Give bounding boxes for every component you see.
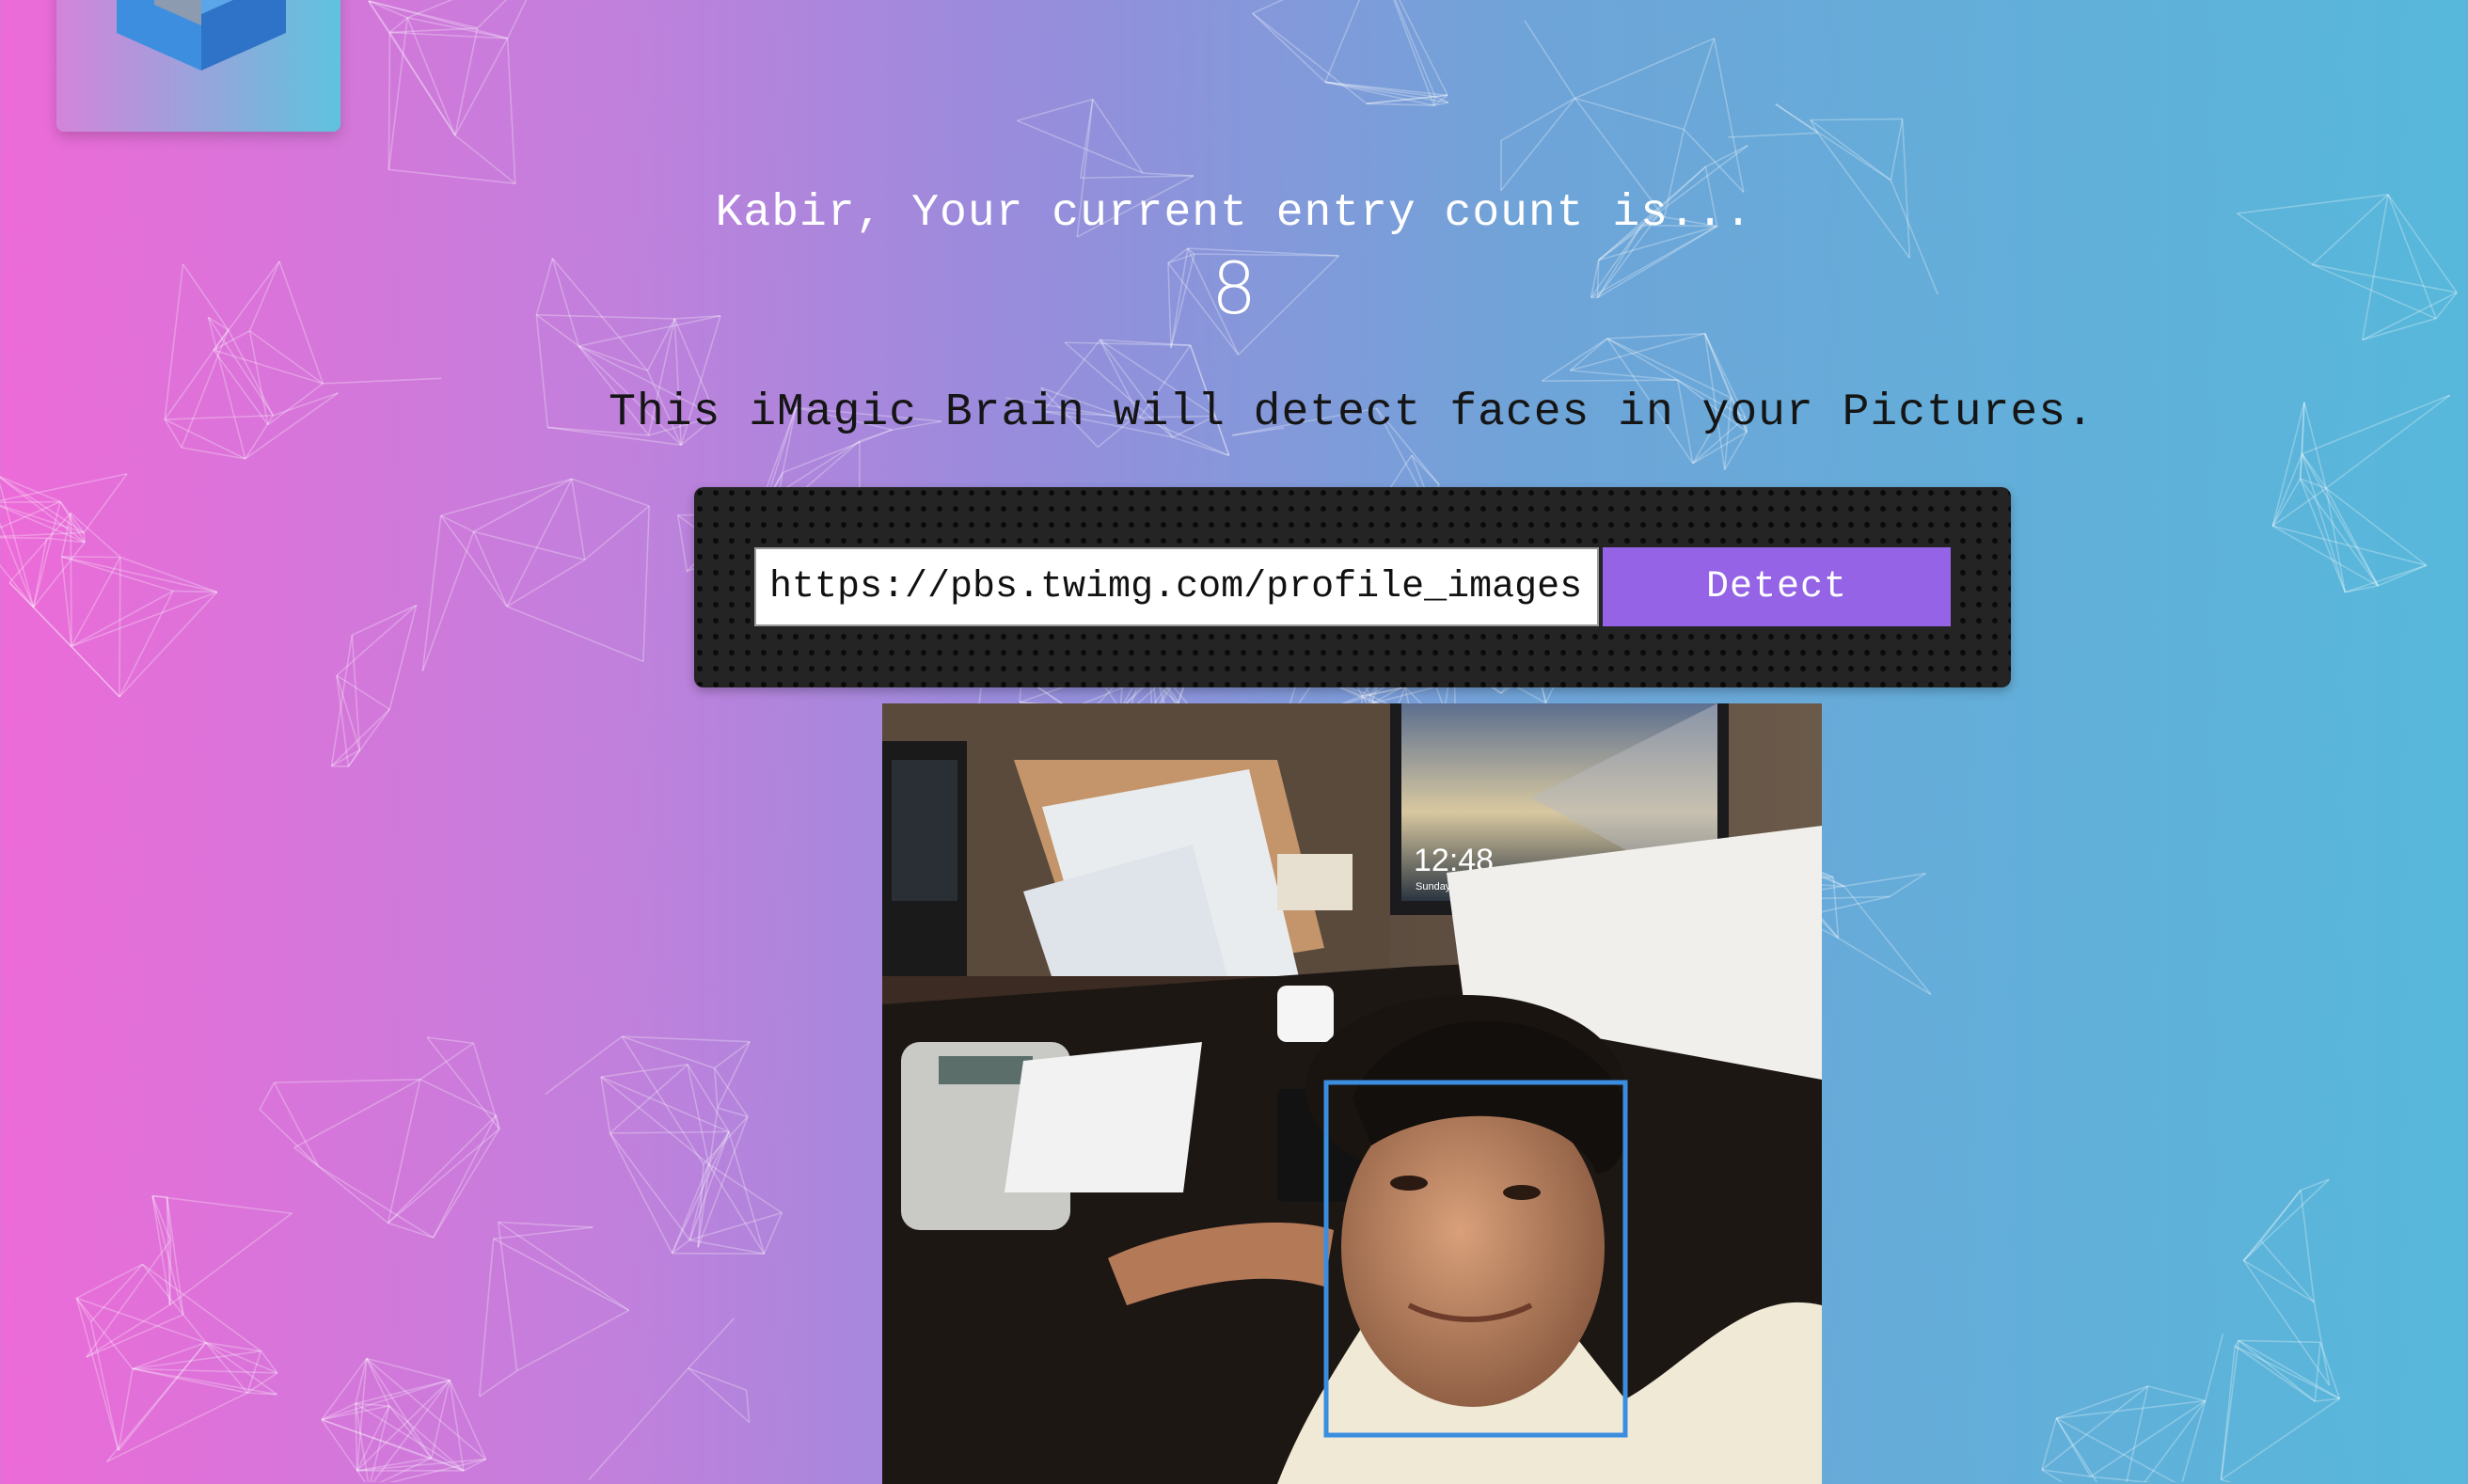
image-url-form: Detect <box>694 487 2011 687</box>
entry-count-value: 8 <box>0 246 2468 330</box>
page-tagline: This iMagic Brain will detect faces in y… <box>0 387 2468 438</box>
app-logo[interactable] <box>56 0 340 132</box>
image-url-input[interactable] <box>754 547 1599 626</box>
detection-result-image: 12:48 Sunday, April 27 <box>882 703 1822 1484</box>
cube-logo-icon <box>117 0 286 89</box>
detect-button[interactable]: Detect <box>1603 547 1951 626</box>
entry-count-message: Kabir, Your current entry count is... <box>0 188 2468 239</box>
